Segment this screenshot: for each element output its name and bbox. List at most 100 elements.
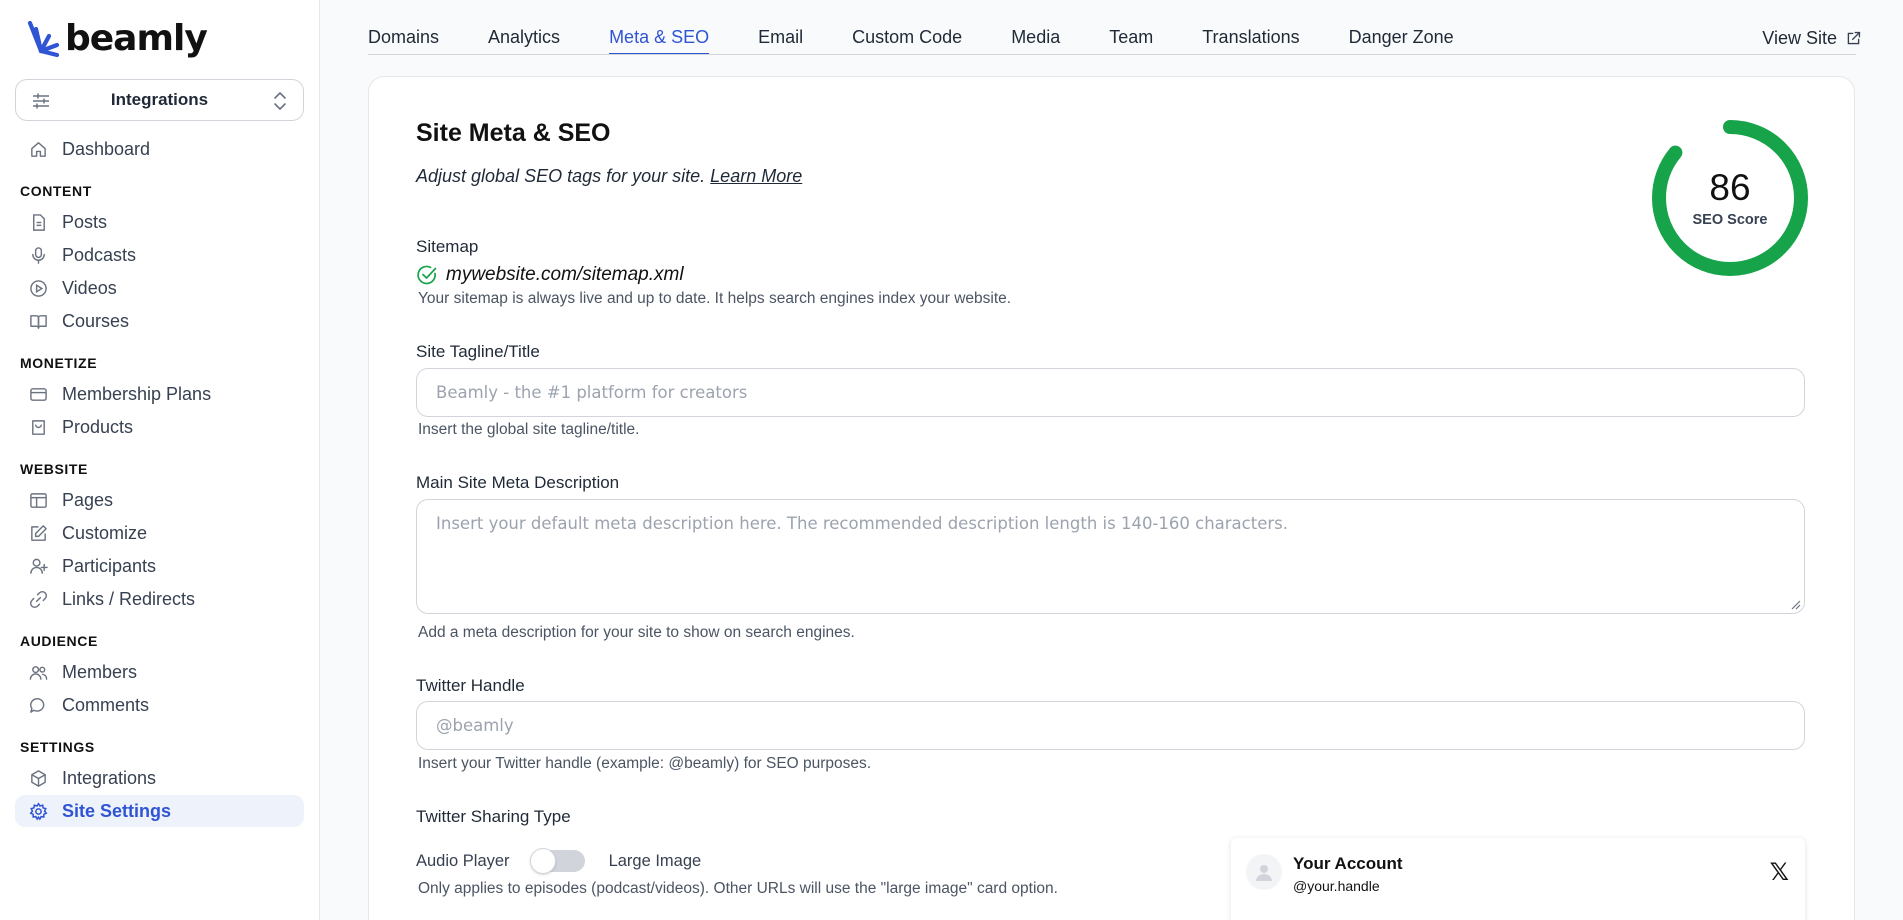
sidebar-item-links-redirects[interactable]: Links / Redirects [15, 583, 304, 615]
tab-danger-zone[interactable]: Danger Zone [1349, 27, 1454, 54]
brand-logo[interactable]: beamly [27, 18, 208, 59]
meta-description-help: Add a meta description for your site to … [418, 624, 855, 641]
tab-meta-seo[interactable]: Meta & SEO [609, 27, 710, 55]
site-selector[interactable]: Integrations [15, 79, 304, 121]
page-subtitle: Adjust global SEO tags for your site. Le… [416, 166, 802, 187]
edit-icon [31, 524, 47, 541]
external-link-icon [1847, 31, 1861, 45]
section-label-website: WEBSITE [20, 461, 88, 477]
home-icon [31, 141, 46, 157]
sidebar-item-label: Dashboard [62, 138, 151, 159]
sidebar-item-pages[interactable]: Pages [15, 484, 304, 516]
play-circle-icon [30, 279, 47, 297]
toggle-option-large-image: Large Image [608, 851, 702, 870]
brand-name: beamly [65, 18, 208, 59]
sidebar-item-members[interactable]: Members [15, 656, 304, 688]
sidebar-item-site-settings[interactable]: Site Settings [15, 795, 304, 827]
sidebar-item-label: Posts [62, 211, 108, 232]
tagline-help: Insert the global site tagline/title. [418, 421, 640, 438]
twitter-account-handle: @your.handle [1293, 878, 1380, 894]
tagline-input[interactable]: Beamly - the #1 platform for creators [416, 368, 1805, 417]
sidebar-item-customize[interactable]: Customize [15, 517, 304, 549]
sidebar-item-podcasts[interactable]: Podcasts [15, 239, 304, 271]
view-site-label: View Site [1762, 28, 1837, 48]
twitter-sharing-help: Only applies to episodes (podcast/videos… [418, 880, 1058, 897]
sidebar-item-label: Site Settings [62, 800, 172, 821]
sidebar-item-label: Podcasts [62, 244, 137, 265]
tab-translations[interactable]: Translations [1202, 27, 1299, 54]
sidebar-item-label: Pages [62, 489, 114, 510]
sidebar-item-label: Integrations [62, 767, 157, 788]
check-circle-icon [417, 265, 437, 285]
seo-score-label: SEO Score [1692, 212, 1768, 228]
shopping-bag-icon [32, 419, 45, 435]
twitter-handle-help: Insert your Twitter handle (example: @be… [418, 755, 872, 772]
tab-custom-code[interactable]: Custom Code [852, 27, 962, 54]
sidebar-item-label: Comments [62, 694, 150, 715]
layout-icon [30, 492, 47, 508]
gear-icon [29, 801, 48, 821]
beamly-logo-icon [27, 20, 60, 57]
twitter-sharing-toggle-row: Audio Player Large Image [416, 848, 702, 874]
sidebar-item-videos[interactable]: Videos [15, 272, 304, 304]
seo-score-gauge: 86 SEO Score [1649, 117, 1811, 279]
meta-description-label: Main Site Meta Description [416, 473, 620, 492]
tab-email[interactable]: Email [758, 27, 803, 54]
tab-media[interactable]: Media [1011, 27, 1060, 54]
tab-analytics[interactable]: Analytics [488, 27, 560, 54]
meta-description-placeholder: Insert your default meta description her… [436, 514, 1288, 533]
sidebar-item-membership-plans[interactable]: Membership Plans [15, 378, 304, 410]
settings-tabs: Domains Analytics Meta & SEO Email Custo… [368, 27, 1503, 55]
sidebar-item-courses[interactable]: Courses [15, 305, 304, 337]
toggle-knob [529, 848, 556, 874]
sidebar-item-label: Courses [62, 310, 130, 331]
twitter-sharing-label: Twitter Sharing Type [416, 807, 571, 826]
link-icon [29, 590, 48, 608]
section-label-content: CONTENT [20, 183, 92, 199]
user-plus-icon [30, 558, 48, 574]
twitter-sharing-toggle[interactable] [529, 848, 585, 874]
twitter-handle-label: Twitter Handle [416, 676, 525, 695]
twitter-account-name: Your Account [1293, 854, 1403, 873]
twitter-handle-input[interactable]: @beamly [416, 701, 1805, 750]
sidebar-item-comments[interactable]: Comments [15, 689, 304, 721]
sidebar-item-participants[interactable]: Participants [15, 550, 304, 582]
avatar [1246, 854, 1282, 890]
sidebar-item-posts[interactable]: Posts [15, 206, 304, 238]
section-label-settings: SETTINGS [20, 739, 95, 755]
view-site-link[interactable]: View Site [1762, 28, 1862, 49]
tabs-divider [368, 54, 1856, 55]
credit-card-icon [30, 387, 47, 401]
sidebar-item-dashboard[interactable]: Dashboard [15, 133, 304, 165]
sitemap-row: mywebsite.com/sitemap.xml [416, 264, 684, 286]
resize-handle-icon[interactable] [1791, 600, 1801, 610]
chat-bubble-icon [30, 697, 45, 713]
site-selector-label: Integrations [110, 90, 209, 109]
book-open-icon [30, 314, 47, 329]
page-title: Site Meta & SEO [416, 119, 611, 147]
sidebar-item-integrations[interactable]: Integrations [15, 762, 304, 794]
microphone-icon [32, 246, 45, 264]
tab-domains[interactable]: Domains [368, 27, 439, 54]
tab-team[interactable]: Team [1109, 27, 1153, 54]
sidebar-item-label: Videos [62, 277, 117, 298]
sidebar-item-label: Participants [62, 555, 157, 576]
sidebar-item-label: Customize [62, 522, 148, 543]
meta-description-textarea[interactable]: Insert your default meta description her… [416, 499, 1805, 614]
seo-settings-card [368, 76, 1855, 920]
sidebar-item-label: Members [62, 661, 138, 682]
sidebar-item-products[interactable]: Products [15, 411, 304, 443]
user-avatar-icon [1256, 865, 1272, 881]
sidebar: beamly Integrations Dashboard CONTENT Po… [0, 0, 320, 920]
twitter-preview-card: Your Account @your.handle 𝕏 [1231, 838, 1805, 920]
learn-more-link[interactable]: Learn More [710, 166, 802, 186]
seo-score-value: 86 [1709, 167, 1751, 208]
toggle-option-audio-player: Audio Player [416, 851, 510, 870]
sidebar-item-label: Products [62, 416, 134, 437]
chevron-up-down-icon [274, 92, 286, 110]
x-logo-icon: 𝕏 [1769, 858, 1789, 886]
page-subtitle-text: Adjust global SEO tags for your site. [416, 166, 706, 186]
sitemap-label: Sitemap [416, 237, 479, 256]
users-icon [29, 665, 48, 680]
sitemap-url[interactable]: mywebsite.com/sitemap.xml [446, 264, 684, 286]
